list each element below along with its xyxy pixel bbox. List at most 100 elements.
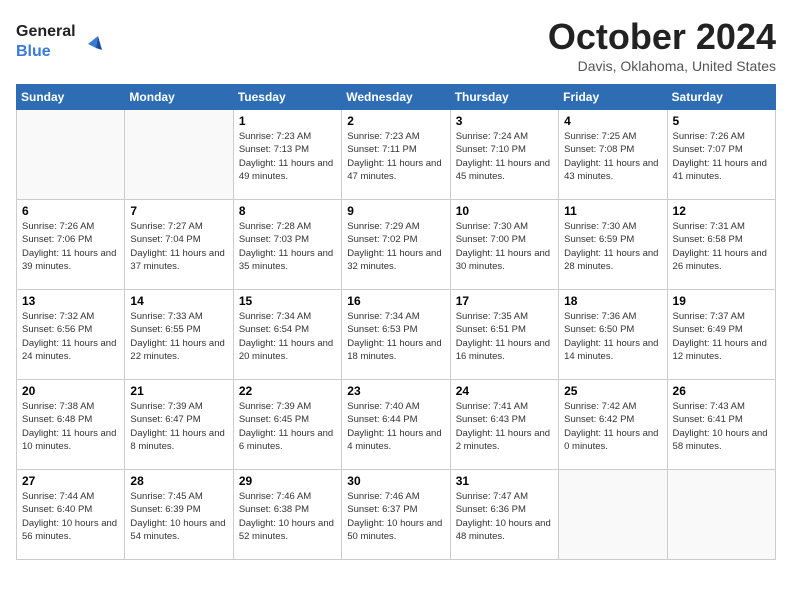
calendar-cell: 27Sunrise: 7:44 AMSunset: 6:40 PMDayligh… xyxy=(17,470,125,560)
day-info: Sunrise: 7:32 AMSunset: 6:56 PMDaylight:… xyxy=(22,310,119,363)
day-number: 19 xyxy=(673,294,770,308)
day-number: 16 xyxy=(347,294,444,308)
day-info: Sunrise: 7:34 AMSunset: 6:54 PMDaylight:… xyxy=(239,310,336,363)
day-number: 14 xyxy=(130,294,227,308)
day-number: 13 xyxy=(22,294,119,308)
day-info: Sunrise: 7:33 AMSunset: 6:55 PMDaylight:… xyxy=(130,310,227,363)
day-number: 29 xyxy=(239,474,336,488)
weekday-header-monday: Monday xyxy=(125,85,233,110)
day-number: 8 xyxy=(239,204,336,218)
day-number: 9 xyxy=(347,204,444,218)
calendar-cell: 6Sunrise: 7:26 AMSunset: 7:06 PMDaylight… xyxy=(17,200,125,290)
day-info: Sunrise: 7:29 AMSunset: 7:02 PMDaylight:… xyxy=(347,220,444,273)
logo-svg: General Blue xyxy=(16,16,116,66)
calendar-table: SundayMondayTuesdayWednesdayThursdayFrid… xyxy=(16,84,776,560)
calendar-cell: 22 Sunrise: 7:39 AMSunset: 6:45 PMDayligh… xyxy=(233,380,341,470)
calendar-cell: 15Sunrise: 7:34 AMSunset: 6:54 PMDayligh… xyxy=(233,290,341,380)
page-header: General Blue October 2024 Davis, Oklahom… xyxy=(16,16,776,74)
calendar-cell: 26 Sunrise: 7:43 AMSunset: 6:41 PMDayligh… xyxy=(667,380,775,470)
day-info: Sunrise: 7:30 AMSunset: 7:00 PMDaylight:… xyxy=(456,220,553,273)
day-info: Sunrise: 7:46 AMSunset: 6:37 PMDaylight:… xyxy=(347,490,444,543)
day-info: Sunrise: 7:39 AMSunset: 6:47 PMDaylight:… xyxy=(130,400,227,453)
day-number: 7 xyxy=(130,204,227,218)
calendar-cell: 25 Sunrise: 7:42 AMSunset: 6:42 PMDayligh… xyxy=(559,380,667,470)
calendar-cell: 23Sunrise: 7:40 AMSunset: 6:44 PMDayligh… xyxy=(342,380,450,470)
day-info: Sunrise: 7:23 AMSunset: 7:13 PMDaylight:… xyxy=(239,130,336,183)
weekday-header-tuesday: Tuesday xyxy=(233,85,341,110)
calendar-cell: 30 Sunrise: 7:46 AMSunset: 6:37 PMDayligh… xyxy=(342,470,450,560)
day-info: Sunrise: 7:46 AMSunset: 6:38 PMDaylight:… xyxy=(239,490,336,543)
day-info: Sunrise: 7:26 AMSunset: 7:07 PMDaylight:… xyxy=(673,130,770,183)
day-number: 26 xyxy=(673,384,770,398)
day-number: 17 xyxy=(456,294,553,308)
day-number: 4 xyxy=(564,114,661,128)
calendar-cell xyxy=(125,110,233,200)
day-info: Sunrise: 7:24 AMSunset: 7:10 PMDaylight:… xyxy=(456,130,553,183)
day-number: 30 xyxy=(347,474,444,488)
week-row-4: 20 Sunrise: 7:38 AMSunset: 6:48 PMDayligh… xyxy=(17,380,776,470)
svg-text:Blue: Blue xyxy=(16,43,51,60)
day-info: Sunrise: 7:39 AMSunset: 6:45 PMDaylight:… xyxy=(239,400,336,453)
day-number: 1 xyxy=(239,114,336,128)
day-number: 6 xyxy=(22,204,119,218)
day-info: Sunrise: 7:34 AMSunset: 6:53 PMDaylight:… xyxy=(347,310,444,363)
weekday-header-friday: Friday xyxy=(559,85,667,110)
calendar-cell: 5 Sunrise: 7:26 AMSunset: 7:07 PMDaylight… xyxy=(667,110,775,200)
day-number: 18 xyxy=(564,294,661,308)
day-number: 11 xyxy=(564,204,661,218)
day-info: Sunrise: 7:42 AMSunset: 6:42 PMDaylight:… xyxy=(564,400,661,453)
calendar-cell: 10 Sunrise: 7:30 AMSunset: 7:00 PMDayligh… xyxy=(450,200,558,290)
day-number: 21 xyxy=(130,384,227,398)
calendar-cell: 17 Sunrise: 7:35 AMSunset: 6:51 PMDayligh… xyxy=(450,290,558,380)
week-row-3: 13 Sunrise: 7:32 AMSunset: 6:56 PMDayligh… xyxy=(17,290,776,380)
calendar-cell: 1 Sunrise: 7:23 AMSunset: 7:13 PMDaylight… xyxy=(233,110,341,200)
calendar-cell: 11Sunrise: 7:30 AMSunset: 6:59 PMDayligh… xyxy=(559,200,667,290)
title-block: October 2024 Davis, Oklahoma, United Sta… xyxy=(548,16,776,74)
day-info: Sunrise: 7:38 AMSunset: 6:48 PMDaylight:… xyxy=(22,400,119,453)
day-info: Sunrise: 7:27 AMSunset: 7:04 PMDaylight:… xyxy=(130,220,227,273)
day-number: 2 xyxy=(347,114,444,128)
calendar-cell: 4 Sunrise: 7:25 AMSunset: 7:08 PMDaylight… xyxy=(559,110,667,200)
day-info: Sunrise: 7:25 AMSunset: 7:08 PMDaylight:… xyxy=(564,130,661,183)
day-info: Sunrise: 7:31 AMSunset: 6:58 PMDaylight:… xyxy=(673,220,770,273)
weekday-header-thursday: Thursday xyxy=(450,85,558,110)
day-number: 12 xyxy=(673,204,770,218)
location: Davis, Oklahoma, United States xyxy=(548,58,776,74)
calendar-cell xyxy=(559,470,667,560)
calendar-cell: 21 Sunrise: 7:39 AMSunset: 6:47 PMDayligh… xyxy=(125,380,233,470)
day-info: Sunrise: 7:47 AMSunset: 6:36 PMDaylight:… xyxy=(456,490,553,543)
calendar-cell: 8Sunrise: 7:28 AMSunset: 7:03 PMDaylight… xyxy=(233,200,341,290)
day-info: Sunrise: 7:36 AMSunset: 6:50 PMDaylight:… xyxy=(564,310,661,363)
day-info: Sunrise: 7:37 AMSunset: 6:49 PMDaylight:… xyxy=(673,310,770,363)
calendar-cell: 13 Sunrise: 7:32 AMSunset: 6:56 PMDayligh… xyxy=(17,290,125,380)
calendar-cell: 24Sunrise: 7:41 AMSunset: 6:43 PMDayligh… xyxy=(450,380,558,470)
calendar-cell: 18 Sunrise: 7:36 AMSunset: 6:50 PMDayligh… xyxy=(559,290,667,380)
calendar-cell: 19 Sunrise: 7:37 AMSunset: 6:49 PMDayligh… xyxy=(667,290,775,380)
calendar-cell: 14 Sunrise: 7:33 AMSunset: 6:55 PMDayligh… xyxy=(125,290,233,380)
week-row-2: 6Sunrise: 7:26 AMSunset: 7:06 PMDaylight… xyxy=(17,200,776,290)
calendar-cell: 31 Sunrise: 7:47 AMSunset: 6:36 PMDayligh… xyxy=(450,470,558,560)
day-number: 20 xyxy=(22,384,119,398)
calendar-cell: 20 Sunrise: 7:38 AMSunset: 6:48 PMDayligh… xyxy=(17,380,125,470)
logo: General Blue xyxy=(16,16,116,66)
day-number: 25 xyxy=(564,384,661,398)
day-number: 5 xyxy=(673,114,770,128)
logo-text: General Blue xyxy=(16,16,116,66)
calendar-cell xyxy=(17,110,125,200)
weekday-header-wednesday: Wednesday xyxy=(342,85,450,110)
calendar-cell: 28 Sunrise: 7:45 AMSunset: 6:39 PMDayligh… xyxy=(125,470,233,560)
day-info: Sunrise: 7:44 AMSunset: 6:40 PMDaylight:… xyxy=(22,490,119,543)
day-number: 10 xyxy=(456,204,553,218)
day-number: 31 xyxy=(456,474,553,488)
day-info: Sunrise: 7:43 AMSunset: 6:41 PMDaylight:… xyxy=(673,400,770,453)
calendar-cell: 7 Sunrise: 7:27 AMSunset: 7:04 PMDaylight… xyxy=(125,200,233,290)
calendar-cell xyxy=(667,470,775,560)
day-number: 22 xyxy=(239,384,336,398)
day-info: Sunrise: 7:45 AMSunset: 6:39 PMDaylight:… xyxy=(130,490,227,543)
weekday-header-row: SundayMondayTuesdayWednesdayThursdayFrid… xyxy=(17,85,776,110)
day-number: 28 xyxy=(130,474,227,488)
day-number: 24 xyxy=(456,384,553,398)
day-number: 23 xyxy=(347,384,444,398)
calendar-cell: 2Sunrise: 7:23 AMSunset: 7:11 PMDaylight… xyxy=(342,110,450,200)
day-info: Sunrise: 7:35 AMSunset: 6:51 PMDaylight:… xyxy=(456,310,553,363)
